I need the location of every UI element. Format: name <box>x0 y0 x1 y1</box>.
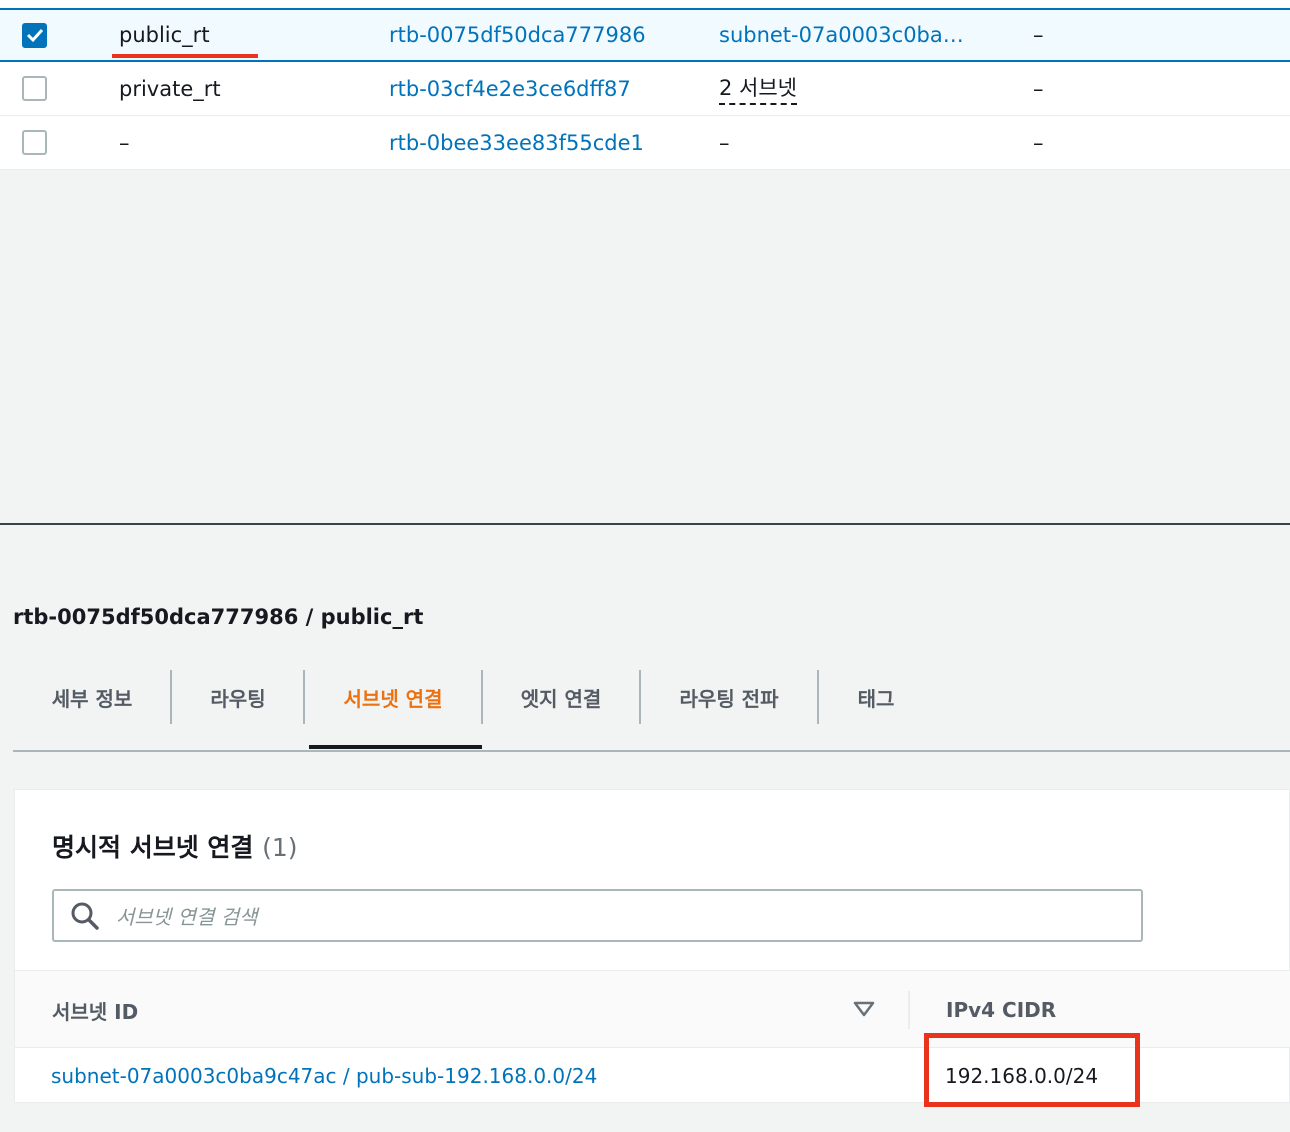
active-tab-indicator <box>309 745 482 749</box>
route-table-id-link[interactable]: rtb-0075df50dca777986 <box>389 10 646 60</box>
table-row[interactable]: public_rt rtb-0075df50dca777986 subnet-0… <box>0 8 1290 62</box>
subnet-association-link[interactable]: subnet-07a0003c0ba… <box>719 10 964 60</box>
tab-route-propagation[interactable]: 라우팅 전파 <box>641 670 817 724</box>
tab-details[interactable]: 세부 정보 <box>13 670 171 724</box>
route-table-list: public_rt rtb-0075df50dca777986 subnet-0… <box>0 0 1290 170</box>
highlight-box <box>924 1033 1140 1107</box>
search-placeholder: 서브넷 연결 검색 <box>116 905 258 929</box>
tab-subnet-associations[interactable]: 서브넷 연결 <box>305 670 481 724</box>
checkbox[interactable] <box>22 130 47 155</box>
column-separator <box>908 991 910 1029</box>
edge-association: – <box>1033 23 1044 47</box>
search-input[interactable]: 서브넷 연결 검색 <box>52 889 1143 942</box>
edge-association: – <box>1033 76 1044 101</box>
table-row[interactable]: – rtb-0bee33ee83f55cde1 – – <box>0 116 1290 170</box>
panel-title: 명시적 서브넷 연결 (1) <box>52 828 298 864</box>
tab-routes[interactable]: 라우팅 <box>172 670 304 724</box>
route-table-id-link[interactable]: rtb-0bee33ee83f55cde1 <box>389 116 644 169</box>
subnet-association: – <box>719 130 730 155</box>
row-checkbox-cell[interactable] <box>22 62 47 115</box>
detail-tabs: 세부 정보 라우팅 서브넷 연결 엣지 연결 라우팅 전파 태그 <box>13 670 1290 752</box>
check-icon <box>26 28 43 43</box>
subnet-id-link[interactable]: subnet-07a0003c0ba9c47ac / pub-sub-192.1… <box>51 1048 597 1104</box>
split-panel-divider[interactable] <box>0 523 1290 525</box>
route-table-name: – <box>119 130 130 155</box>
sort-down-icon[interactable] <box>853 1000 875 1018</box>
checkbox[interactable] <box>22 76 47 101</box>
tab-tags[interactable]: 태그 <box>819 670 933 724</box>
column-header-subnet-id[interactable]: 서브넷 ID <box>52 971 138 1049</box>
checkbox-checked[interactable] <box>22 22 47 48</box>
tab-edge-associations[interactable]: 엣지 연결 <box>483 670 639 724</box>
row-checkbox-cell[interactable] <box>22 10 47 60</box>
subnet-association-popover[interactable]: 2 서브넷 <box>719 62 797 115</box>
subnet-count[interactable]: 2 서브넷 <box>719 72 797 105</box>
route-table-name: public_rt <box>119 23 210 47</box>
panel-count: (1) <box>262 833 298 862</box>
panel-title-text: 명시적 서브넷 연결 <box>52 833 254 862</box>
highlight-underline <box>112 54 258 58</box>
explicit-subnet-associations-panel: 명시적 서브넷 연결 (1) 서브넷 연결 검색 서브넷 ID IPv4 CID… <box>14 789 1290 1107</box>
search-icon <box>71 902 99 930</box>
row-checkbox-cell[interactable] <box>22 116 47 169</box>
route-table-name: private_rt <box>119 76 221 101</box>
detail-title: rtb-0075df50dca777986 / public_rt <box>13 605 424 629</box>
edge-association: – <box>1033 130 1044 155</box>
table-row[interactable]: private_rt rtb-03cf4e2e3ce6dff87 2 서브넷 – <box>0 62 1290 116</box>
route-table-id-link[interactable]: rtb-03cf4e2e3ce6dff87 <box>389 62 631 115</box>
